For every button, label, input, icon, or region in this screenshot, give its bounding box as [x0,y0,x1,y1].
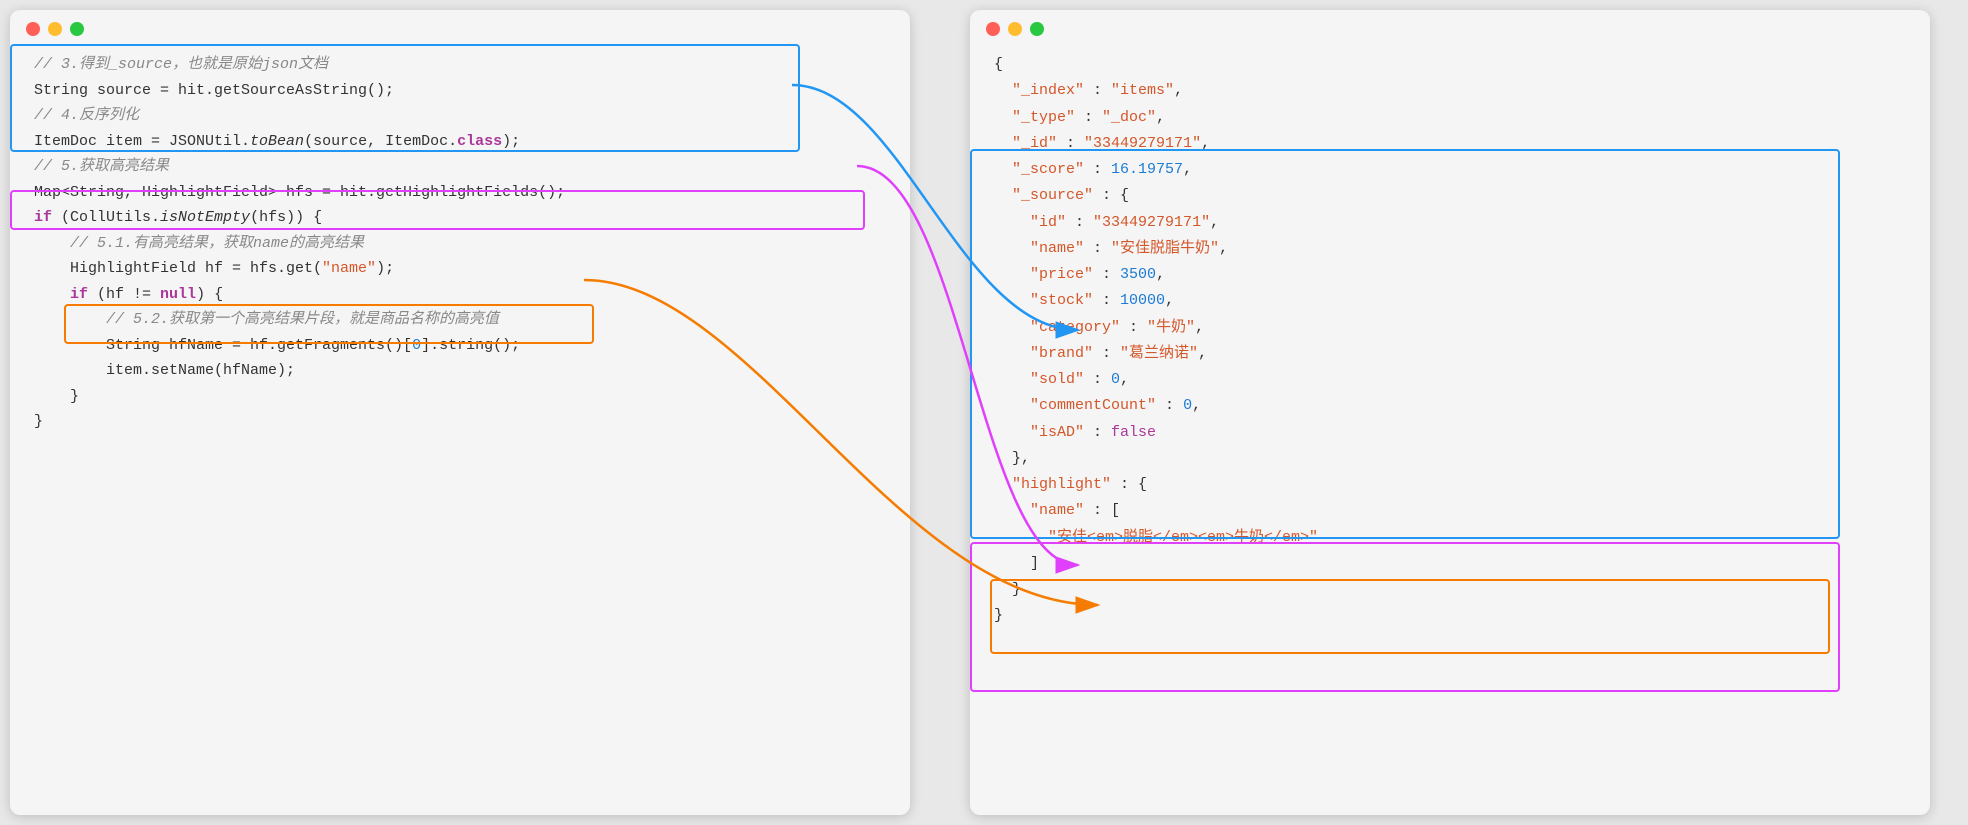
json-line-0: { [994,52,1906,78]
code-line-9: HighlightField hf = hfs.get("name"); [34,256,886,282]
code-line-8: // 5.1.有高亮结果，获取name的高亮结果 [34,231,886,257]
json-content: { "_index" : "items", "_type" : "_doc", … [970,44,1930,650]
json-line-21: } [994,603,1906,629]
json-line-16: "highlight" : { [994,472,1906,498]
traffic-lights-right [970,10,1930,44]
maximize-button-right[interactable] [1030,22,1044,36]
code-content: // 3.得到_source，也就是原始json文档 String source… [10,44,910,455]
code-line-4: ItemDoc item = JSONUtil.toBean(source, I… [34,129,886,155]
json-line-1: "_index" : "items", [994,78,1906,104]
code-line-7: if (CollUtils.isNotEmpty(hfs)) { [34,205,886,231]
right-json-panel: { "_index" : "items", "_type" : "_doc", … [970,10,1930,815]
json-line-20: } [994,577,1906,603]
json-line-14: "isAD" : false [994,420,1906,446]
json-line-5: "_source" : { [994,183,1906,209]
code-line-3: // 4.反序列化 [34,103,886,129]
minimize-button[interactable] [48,22,62,36]
traffic-lights-left [10,10,910,44]
code-line-15: } [34,409,886,435]
json-line-7: "name" : "安佳脱脂牛奶", [994,236,1906,262]
json-line-13: "commentCount" : 0, [994,393,1906,419]
close-button[interactable] [26,22,40,36]
json-line-19: ] [994,551,1906,577]
code-line-13: item.setName(hfName); [34,358,886,384]
json-line-15: }, [994,446,1906,472]
code-line-12: String hfName = hf.getFragments()[0].str… [34,333,886,359]
code-line-5: // 5.获取高亮结果 [34,154,886,180]
json-line-18: "安佳<em>脱脂</em><em>牛奶</em>" [994,525,1906,551]
json-line-6: "id" : "33449279171", [994,210,1906,236]
minimize-button-right[interactable] [1008,22,1022,36]
code-line-14: } [34,384,886,410]
json-line-17: "name" : [ [994,498,1906,524]
json-line-10: "category" : "牛奶", [994,315,1906,341]
code-line-10: if (hf != null) { [34,282,886,308]
json-line-4: "_score" : 16.19757, [994,157,1906,183]
json-line-12: "sold" : 0, [994,367,1906,393]
maximize-button[interactable] [70,22,84,36]
code-line-6: Map<String, HighlightField> hfs = hit.ge… [34,180,886,206]
code-line-1: // 3.得到_source，也就是原始json文档 [34,52,886,78]
code-line-2: String source = hit.getSourceAsString(); [34,78,886,104]
json-line-11: "brand" : "葛兰纳诺", [994,341,1906,367]
json-line-3: "_id" : "33449279171", [994,131,1906,157]
close-button-right[interactable] [986,22,1000,36]
left-code-panel: // 3.得到_source，也就是原始json文档 String source… [10,10,910,815]
json-line-2: "_type" : "_doc", [994,105,1906,131]
json-line-8: "price" : 3500, [994,262,1906,288]
json-line-9: "stock" : 10000, [994,288,1906,314]
code-line-11: // 5.2.获取第一个高亮结果片段，就是商品名称的高亮值 [34,307,886,333]
